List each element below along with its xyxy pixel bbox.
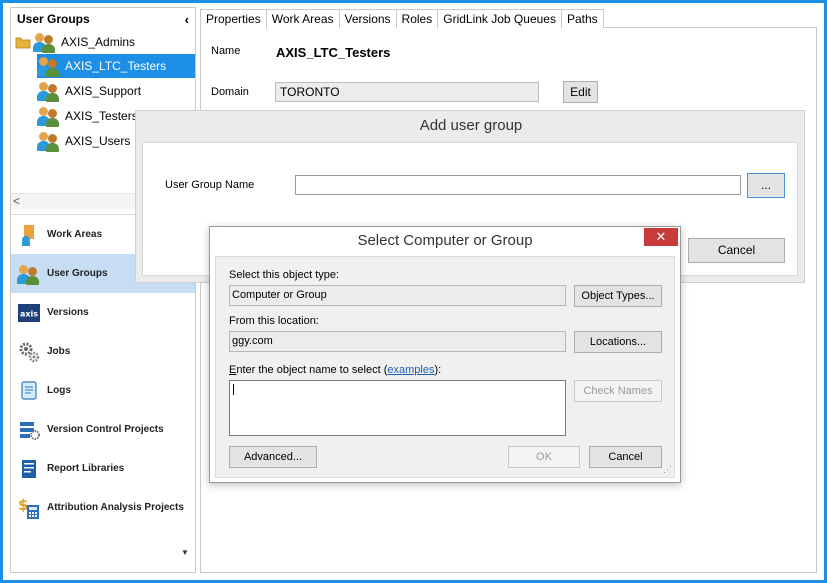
users-icon xyxy=(33,31,57,53)
locations-button[interactable]: Locations... xyxy=(574,331,662,353)
label-text: nter the object name to select ( xyxy=(236,364,388,376)
users-icon xyxy=(37,80,61,102)
ok-button[interactable]: OK xyxy=(508,446,580,468)
users-icon xyxy=(37,105,61,127)
tree-item-axis-admins[interactable]: AXIS_Admins xyxy=(15,30,139,54)
left-panel: User Groups ‹ AXIS_Admins AXIS_LTC_Teste… xyxy=(10,7,196,573)
nav-item-label: Work Areas xyxy=(47,229,103,240)
object-type-field: Computer or Group xyxy=(229,285,566,306)
examples-link[interactable]: examples xyxy=(387,364,434,376)
tree-item-axis-testers[interactable]: AXIS_Testers xyxy=(37,104,142,128)
dialog-titlebar[interactable]: Select Computer or Group ✕ xyxy=(210,227,680,255)
domain-field[interactable]: TORONTO xyxy=(275,82,539,102)
check-names-button[interactable]: Check Names xyxy=(574,380,662,402)
object-types-button[interactable]: Object Types... xyxy=(574,285,662,307)
nav-item-label: Version Control Projects xyxy=(47,424,164,435)
svg-text:$: $ xyxy=(18,496,28,514)
axis-versions-icon: axis xyxy=(17,301,41,325)
report-library-icon xyxy=(17,457,41,481)
tab-strip: Properties Work Areas Versions Roles Gri… xyxy=(200,9,604,29)
nav-item-label: Jobs xyxy=(47,346,71,357)
tab-paths[interactable]: Paths xyxy=(560,9,604,28)
nav-item-logs[interactable]: Logs xyxy=(11,371,195,410)
more-items-arrow-icon[interactable]: ▼ xyxy=(181,548,189,557)
tab-properties[interactable]: Properties xyxy=(200,9,267,29)
tab-work-areas[interactable]: Work Areas xyxy=(265,9,340,28)
panel-title: User Groups xyxy=(17,12,90,26)
dialog-cancel-button[interactable]: Cancel xyxy=(589,446,662,468)
tree-item-label: AXIS_Support xyxy=(65,84,142,98)
version-control-icon xyxy=(17,418,41,442)
nav-item-versions[interactable]: axis Versions xyxy=(11,293,195,332)
name-label: Name xyxy=(211,45,241,57)
work-areas-icon xyxy=(17,223,41,247)
nav-item-version-control-projects[interactable]: Version Control Projects xyxy=(11,410,195,449)
user-groups-icon xyxy=(17,262,41,286)
tab-gridlink-job-queues[interactable]: GridLink Job Queues xyxy=(437,9,562,28)
cancel-button[interactable]: Cancel xyxy=(688,238,785,263)
text-caret xyxy=(233,384,234,395)
tree-item-label: AXIS_Testers xyxy=(65,109,138,123)
left-panel-header: User Groups ‹ xyxy=(11,8,195,30)
dialog-body: Select this object type: Computer or Gro… xyxy=(215,256,675,478)
domain-label: Domain xyxy=(211,86,249,98)
location-field: ggy.com xyxy=(229,331,566,352)
user-group-name-label: User Group Name xyxy=(165,179,255,191)
nav-item-report-libraries[interactable]: Report Libraries xyxy=(11,449,195,488)
tab-roles[interactable]: Roles xyxy=(395,9,439,28)
tree-item-axis-support[interactable]: AXIS_Support xyxy=(37,79,145,103)
close-icon[interactable]: ✕ xyxy=(644,228,678,246)
dialog-title: Add user group xyxy=(419,117,523,134)
tree-item-label: AXIS_Users xyxy=(65,134,131,148)
location-label: From this location: xyxy=(229,315,319,327)
nav-item-attribution-analysis-projects[interactable]: $ Attribution Analysis Projects xyxy=(11,488,195,527)
tree-item-label: AXIS_LTC_Testers xyxy=(65,59,167,73)
nav-item-label: Attribution Analysis Projects xyxy=(47,502,184,513)
users-icon xyxy=(37,130,61,152)
label-suffix: ): xyxy=(434,364,442,376)
user-group-name-input[interactable] xyxy=(295,175,741,195)
gears-icon xyxy=(17,340,41,364)
folder-icon xyxy=(15,35,31,49)
group-name-value: AXIS_LTC_Testers xyxy=(276,45,391,60)
advanced-button[interactable]: Advanced... xyxy=(229,446,317,468)
users-icon xyxy=(37,55,61,77)
tree-item-label: AXIS_Admins xyxy=(61,35,136,49)
scroll-left-arrow-icon[interactable]: < xyxy=(13,194,20,208)
enter-object-name-label: Enter the object name to select (example… xyxy=(229,364,441,376)
dollar-calculator-icon: $ xyxy=(17,496,41,520)
nav-item-label: User Groups xyxy=(47,268,108,279)
svg-text:axis: axis xyxy=(20,309,38,318)
tab-versions[interactable]: Versions xyxy=(338,9,397,28)
collapse-panel-button[interactable]: ‹ xyxy=(185,12,189,27)
resize-grip-icon[interactable]: ⋰ xyxy=(663,464,672,475)
nav-item-label: Logs xyxy=(47,385,71,396)
tree-item-axis-users[interactable]: AXIS_Users xyxy=(37,129,134,153)
nav-item-label: Report Libraries xyxy=(47,463,125,474)
select-computer-or-group-dialog: Select Computer or Group ✕ Select this o… xyxy=(209,226,681,483)
object-name-textarea[interactable] xyxy=(229,380,566,436)
edit-button[interactable]: Edit xyxy=(563,81,598,103)
dialog-title: Select Computer or Group xyxy=(357,232,533,249)
nav-item-jobs[interactable]: Jobs xyxy=(11,332,195,371)
browse-button[interactable]: ... xyxy=(747,173,785,198)
tree-item-axis-ltc-testers[interactable]: AXIS_LTC_Testers xyxy=(37,54,195,78)
nav-item-label: Versions xyxy=(47,307,89,318)
scroll-icon xyxy=(17,379,41,403)
object-type-label: Select this object type: xyxy=(229,269,340,281)
